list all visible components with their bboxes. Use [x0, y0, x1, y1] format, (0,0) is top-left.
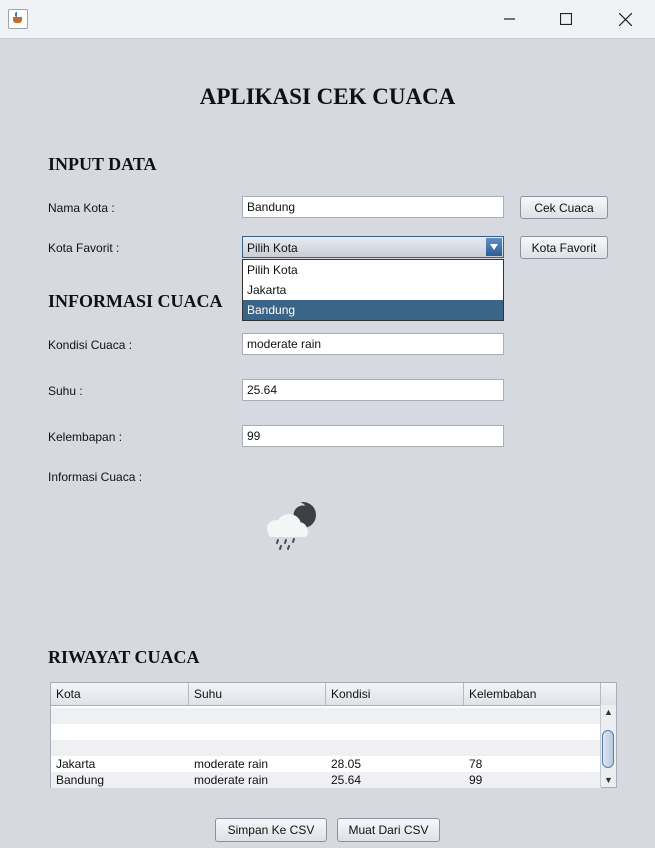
- load-csv-button[interactable]: Muat Dari CSV: [337, 818, 440, 842]
- favorite-city-combobox[interactable]: Pilih Kota: [242, 236, 504, 258]
- favorite-city-label: Kota Favorit :: [48, 241, 120, 255]
- condition-label: Kondisi Cuaca :: [48, 338, 133, 352]
- minimize-icon: [504, 18, 515, 20]
- favorite-city-button[interactable]: Kota Favorit: [520, 236, 608, 259]
- cell-suhu: moderate rain: [194, 773, 269, 787]
- window-titlebar: [0, 0, 655, 39]
- table-row[interactable]: [51, 708, 601, 724]
- favorite-city-dropdown-list: Pilih Kota Jakarta Bandung: [242, 259, 504, 321]
- java-app-icon: [8, 9, 28, 29]
- scroll-up-arrow-icon[interactable]: ▲: [604, 707, 613, 717]
- condition-field[interactable]: moderate rain: [242, 333, 504, 355]
- column-header-kondisi[interactable]: Kondisi: [326, 683, 464, 705]
- table-row[interactable]: [51, 724, 601, 740]
- cell-kota: [51, 708, 56, 724]
- history-section-heading: RIWAYAT CUACA: [48, 647, 200, 667]
- chevron-down-icon: [490, 244, 498, 250]
- cell-kelembaban: 99: [469, 773, 483, 787]
- favorite-city-selected: Pilih Kota: [247, 241, 298, 255]
- dropdown-option-bandung[interactable]: Bandung: [243, 300, 503, 320]
- city-label: Nama Kota :: [48, 201, 115, 215]
- cell-kota: Jakarta: [56, 757, 96, 771]
- table-header-row: Kota Suhu Kondisi Kelembaban: [51, 683, 616, 706]
- column-header-suhu[interactable]: Suhu: [189, 683, 326, 705]
- dropdown-option-pilih-kota[interactable]: Pilih Kota: [243, 260, 503, 280]
- maximize-button[interactable]: [543, 0, 589, 38]
- check-weather-button[interactable]: Cek Cuaca: [520, 196, 608, 219]
- dropdown-option-jakarta[interactable]: Jakarta: [243, 280, 503, 300]
- cell-kota: Bandung: [56, 773, 105, 787]
- city-input[interactable]: Bandung: [242, 196, 504, 218]
- table-row[interactable]: [51, 740, 601, 756]
- weather-info-label: Informasi Cuaca :: [48, 470, 143, 484]
- cell-kondisi: 28.05: [331, 757, 362, 771]
- humidity-field[interactable]: 99: [242, 425, 504, 447]
- cell-kota: [51, 724, 56, 740]
- app-title: APLIKASI CEK CUACA: [199, 84, 456, 109]
- column-header-kelembaban[interactable]: Kelembaban: [464, 683, 601, 705]
- input-section-heading: INPUT DATA: [48, 154, 157, 174]
- cloud-moon-rain-icon: [267, 502, 316, 550]
- table-row[interactable]: Bandung moderate rain 25.64 99: [51, 772, 601, 788]
- cell-kota: [51, 740, 56, 756]
- humidity-label: Kelembapan :: [48, 430, 123, 444]
- save-csv-button[interactable]: Simpan Ke CSV: [215, 818, 327, 842]
- column-header-kota[interactable]: Kota: [51, 683, 189, 705]
- combo-arrow-button[interactable]: [486, 238, 502, 256]
- info-section-heading: INFORMASI CUACA: [48, 291, 223, 311]
- cell-suhu: moderate rain: [194, 757, 269, 771]
- close-button[interactable]: [602, 0, 648, 38]
- maximize-icon: [560, 13, 572, 25]
- close-icon: [618, 12, 632, 26]
- scrollbar-thumb[interactable]: [602, 730, 614, 768]
- temperature-label: Suhu :: [48, 384, 83, 398]
- table-row[interactable]: Jakarta moderate rain 28.05 78: [51, 756, 601, 772]
- history-table: Kota Suhu Kondisi Kelembaban Jakarta mod…: [50, 682, 617, 788]
- cell-kondisi: 25.64: [331, 773, 362, 787]
- cell-kelembaban: 78: [469, 757, 483, 771]
- minimize-button[interactable]: [487, 0, 533, 38]
- table-vertical-scrollbar[interactable]: ▲ ▼: [600, 705, 616, 787]
- scroll-down-arrow-icon[interactable]: ▼: [604, 775, 613, 785]
- temperature-field[interactable]: 25.64: [242, 379, 504, 401]
